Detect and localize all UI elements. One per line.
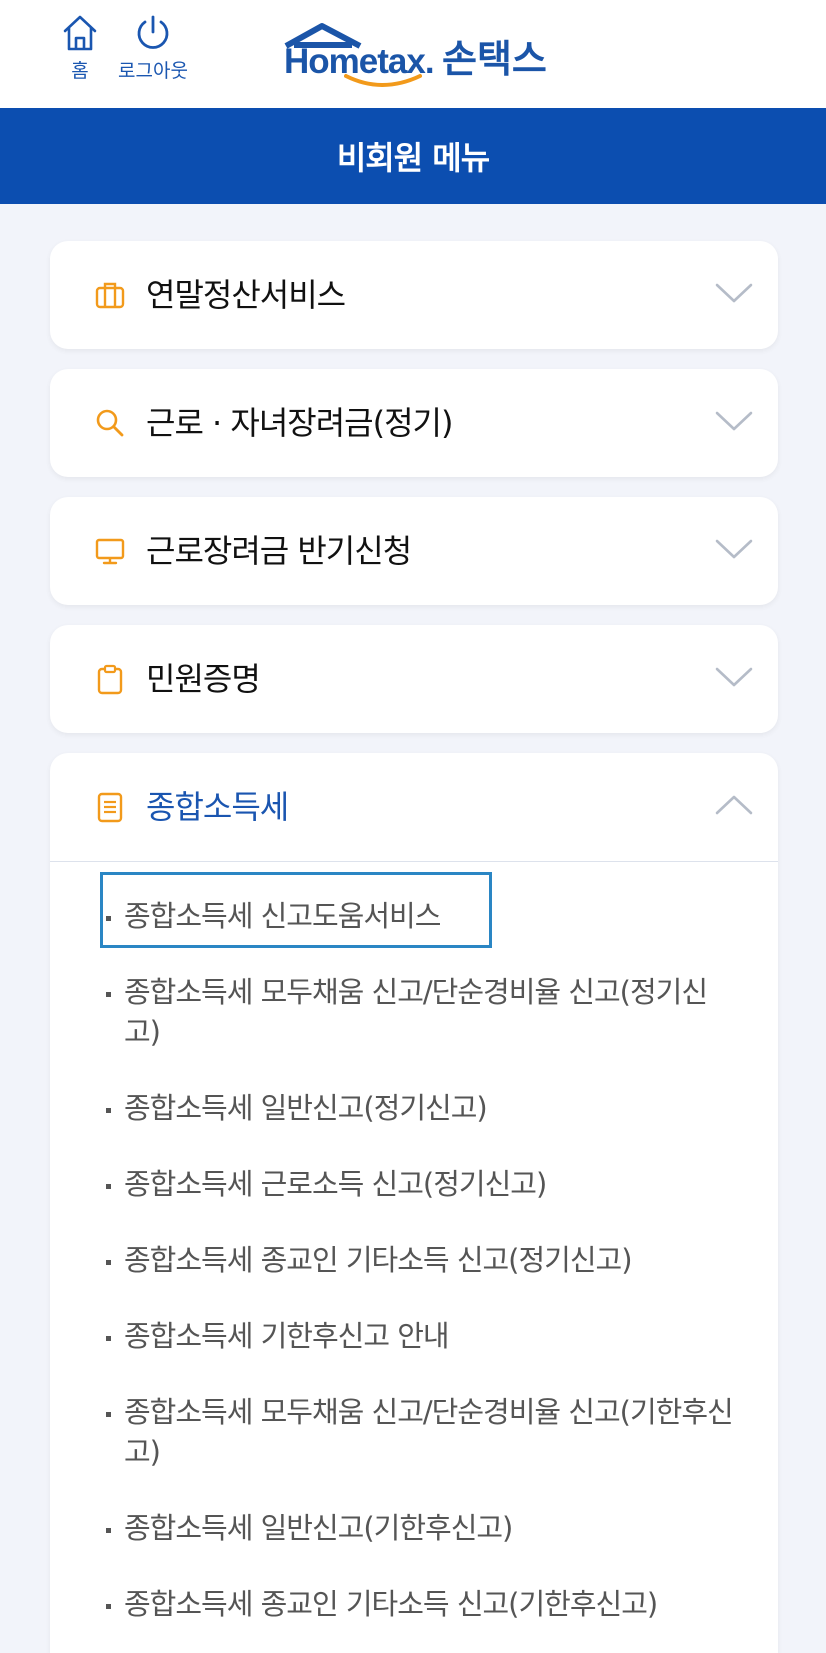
submenu-item[interactable]: 종합소득세 종교인 기타소득 신고(정기신고) xyxy=(50,1216,778,1292)
chevron-up-icon[interactable] xyxy=(714,791,754,819)
submenu-item-label: 종합소득세 종교인 기타소득 신고(정기신고) xyxy=(124,1243,633,1277)
menu-card-title: 민원증명 xyxy=(146,660,261,698)
submenu-item[interactable]: 종합소득세 모두채움 신고/단순경비율 신고(기한후신고) xyxy=(50,1368,778,1484)
menu-card-civil-certificates[interactable]: 민원증명 xyxy=(50,625,778,733)
menu-card-header[interactable]: 민원증명 xyxy=(50,625,778,733)
submenu-item[interactable]: 종합소득세 기한후신고 안내 xyxy=(50,1292,778,1368)
submenu-item-label: 종합소득세 기한후신고 안내 xyxy=(124,1319,450,1353)
submenu-item-label: 종합소득세 근로소득 신고(정기신고) xyxy=(124,1167,547,1201)
bullet-icon xyxy=(106,1604,111,1609)
bullet-icon xyxy=(106,1412,111,1417)
home-label: 홈 xyxy=(71,60,89,82)
logo-sontax-text: 손택스 xyxy=(442,37,547,81)
chevron-down-icon[interactable] xyxy=(714,279,754,307)
logout-label: 로그아웃 xyxy=(118,60,188,82)
menu-card-title: 근로 · 자녀장려금(정기) xyxy=(146,404,453,442)
submenu-item[interactable]: 종합소득세 신고도움서비스 xyxy=(50,872,778,948)
submenu-item-label: 종합소득세 일반신고(정기신고) xyxy=(124,1091,488,1125)
briefcase-icon xyxy=(95,282,125,309)
submenu-item-label: 종합소득세 신고도움서비스 xyxy=(124,899,441,933)
clipboard-icon xyxy=(97,664,123,695)
hometax-logo[interactable]: Hometax. 손택스 xyxy=(282,20,552,90)
submenu-item[interactable]: 종합소득세 모두채움 신고/단순경비율 신고(정기신고) xyxy=(50,948,778,1064)
submenu-item-label: 종합소득세 모두채움 신고/단순경비율 신고(정기신고) xyxy=(124,975,708,1049)
menu-card-header[interactable]: 종합소득세 xyxy=(50,753,778,861)
submenu-item[interactable]: 종합소득세 일반신고(기한후신고) xyxy=(50,1484,778,1560)
menu-card-earned-income-credit[interactable]: 근로 · 자녀장려금(정기) xyxy=(50,369,778,477)
submenu-item-label: 종합소득세 일반신고(기한후신고) xyxy=(124,1511,513,1545)
bullet-icon xyxy=(106,1260,111,1265)
home-button[interactable]: 홈 xyxy=(62,14,98,83)
submenu-list: 종합소득세 신고도움서비스 종합소득세 모두채움 신고/단순경비율 신고(정기신… xyxy=(50,862,778,1636)
bullet-icon xyxy=(106,916,111,921)
logout-button[interactable]: 로그아웃 xyxy=(118,14,188,83)
menu-card-header[interactable]: 연말정산서비스 xyxy=(50,241,778,349)
top-bar: 홈 로그아웃 Hometax. 손택스 xyxy=(0,0,826,108)
menu-card-title: 근로장려금 반기신청 xyxy=(146,532,412,570)
submenu-item[interactable]: 종합소득세 일반신고(정기신고) xyxy=(50,1064,778,1140)
chevron-down-icon[interactable] xyxy=(714,407,754,435)
submenu-item[interactable]: 종합소득세 근로소득 신고(정기신고) xyxy=(50,1140,778,1216)
menu-card-header[interactable]: 근로 · 자녀장려금(정기) xyxy=(50,369,778,477)
menu-card-header[interactable]: 근로장려금 반기신청 xyxy=(50,497,778,605)
menu-card-title: 연말정산서비스 xyxy=(146,276,346,314)
menu-card-global-income-tax[interactable]: 종합소득세 종합소득세 신고도움서비스 종합소득세 모두채움 신고/단순경비율 … xyxy=(50,753,778,1653)
bullet-icon xyxy=(106,992,111,997)
chevron-down-icon[interactable] xyxy=(714,663,754,691)
document-icon xyxy=(97,792,123,823)
submenu-item-label: 종합소득세 종교인 기타소득 신고(기한후신고) xyxy=(124,1587,658,1621)
menu-card-semiannual-application[interactable]: 근로장려금 반기신청 xyxy=(50,497,778,605)
chevron-down-icon[interactable] xyxy=(714,535,754,563)
bullet-icon xyxy=(106,1184,111,1189)
power-icon xyxy=(137,15,169,49)
menu-card-year-end-settlement[interactable]: 연말정산서비스 xyxy=(50,241,778,349)
bullet-icon xyxy=(106,1336,111,1341)
bullet-icon xyxy=(106,1528,111,1533)
bullet-icon xyxy=(106,1108,111,1113)
home-icon xyxy=(63,15,97,51)
logo-hometax-text: Hometax. xyxy=(284,42,435,81)
page-title: 비회원 메뉴 xyxy=(0,108,826,204)
menu-card-title: 종합소득세 xyxy=(146,788,289,826)
submenu-item[interactable]: 종합소득세 종교인 기타소득 신고(기한후신고) xyxy=(50,1560,778,1636)
monitor-icon xyxy=(95,538,125,565)
search-icon xyxy=(96,409,124,437)
submenu-item-label: 종합소득세 모두채움 신고/단순경비율 신고(기한후신고) xyxy=(124,1395,734,1469)
